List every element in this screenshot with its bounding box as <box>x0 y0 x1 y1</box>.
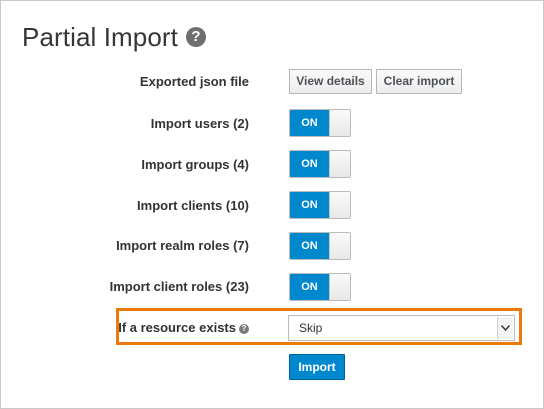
toggle-on-label: ON <box>290 233 329 259</box>
view-details-button[interactable]: View details <box>289 69 372 94</box>
toggle-on-label: ON <box>290 274 329 300</box>
import-clients-toggle[interactable]: ON <box>289 191 351 219</box>
toggle-handle <box>329 233 350 259</box>
import-users-toggle[interactable]: ON <box>289 109 351 137</box>
import-client-roles-toggle[interactable]: ON <box>289 273 351 301</box>
resource-exists-label: If a resource exists <box>118 320 236 335</box>
import-groups-toggle[interactable]: ON <box>289 150 351 178</box>
toggle-handle <box>329 274 350 300</box>
toggle-handle <box>329 192 350 218</box>
page-title: Partial Import <box>22 22 179 52</box>
select-value: Skip <box>299 321 323 335</box>
import-button[interactable]: Import <box>289 354 345 380</box>
toggle-on-label: ON <box>290 192 329 218</box>
toggle-on-label: ON <box>290 151 329 177</box>
question-circle-icon[interactable]: ? <box>239 324 249 334</box>
import-clients-label: Import clients (10) <box>137 198 249 213</box>
toggle-on-label: ON <box>290 110 329 136</box>
chevron-down-icon <box>497 317 513 339</box>
resource-exists-label-group: If a resource exists? <box>1 320 249 336</box>
import-realm-roles-toggle[interactable]: ON <box>289 232 351 260</box>
import-client-roles-label: Import client roles (23) <box>109 279 249 294</box>
partial-import-panel: Partial Import ? Exported json file View… <box>0 0 544 409</box>
exported-json-file-label: Exported json file <box>139 74 249 89</box>
toggle-handle <box>329 151 350 177</box>
import-users-label: Import users (2) <box>150 116 249 131</box>
clear-import-button[interactable]: Clear import <box>376 69 462 94</box>
import-groups-label: Import groups (4) <box>141 157 249 172</box>
question-circle-icon[interactable]: ? <box>186 27 206 47</box>
toggle-handle <box>329 110 350 136</box>
resource-exists-select[interactable]: Skip <box>288 315 515 341</box>
import-realm-roles-label: Import realm roles (7) <box>116 238 249 253</box>
